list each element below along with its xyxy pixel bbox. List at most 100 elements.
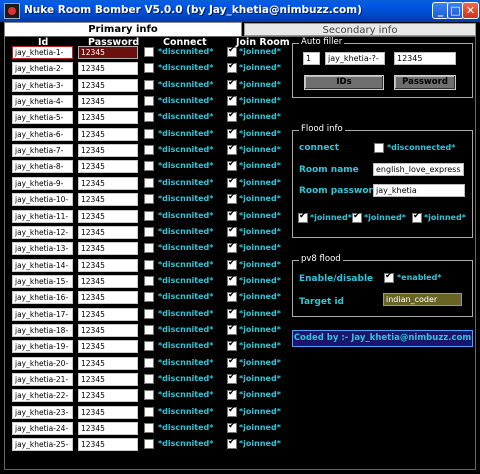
join-room-checkbox[interactable] xyxy=(227,372,237,384)
account-password-input[interactable]: 12345 xyxy=(78,62,138,76)
join-room-checkbox[interactable] xyxy=(227,405,237,417)
account-id-input[interactable]: jay_khetia-16- xyxy=(12,291,73,305)
connect-checkbox[interactable] xyxy=(144,357,154,368)
account-password-input[interactable]: 12345 xyxy=(78,274,138,288)
connect-checkbox[interactable] xyxy=(144,406,154,417)
fill-ids-button[interactable]: IDs xyxy=(304,75,384,90)
account-password-input[interactable]: 12345 xyxy=(78,78,138,92)
account-password-input[interactable]: 12345 xyxy=(78,225,138,239)
flood-connect-checkbox[interactable] xyxy=(374,143,384,153)
account-id-input[interactable]: jay_khetia-14- xyxy=(12,258,73,272)
join-room-checkbox[interactable] xyxy=(227,323,237,335)
join-room-checkbox[interactable] xyxy=(227,78,237,90)
account-password-input[interactable]: 12345 xyxy=(78,356,138,370)
connect-checkbox[interactable] xyxy=(144,243,154,254)
tab-primary-info[interactable]: Primary info xyxy=(4,22,242,36)
connect-checkbox[interactable] xyxy=(144,259,154,270)
account-id-input[interactable]: jay_khetia-25- xyxy=(12,438,73,452)
account-password-input[interactable]: 12345 xyxy=(78,111,138,125)
connect-checkbox[interactable] xyxy=(144,145,154,156)
room-password-input[interactable]: jay_khetia xyxy=(373,184,465,197)
account-password-input[interactable]: 12345 xyxy=(78,242,138,256)
auto-filler-password-input[interactable]: 12345 xyxy=(394,52,456,65)
join-room-checkbox[interactable] xyxy=(227,192,237,205)
connect-checkbox[interactable] xyxy=(144,275,154,286)
connect-checkbox[interactable] xyxy=(144,128,154,139)
account-password-input[interactable]: 12345 xyxy=(78,438,138,452)
join-room-checkbox[interactable] xyxy=(227,225,237,237)
connect-checkbox[interactable] xyxy=(144,390,154,401)
connect-checkbox[interactable] xyxy=(144,210,154,221)
account-password-input[interactable]: 12345 xyxy=(78,160,138,174)
connect-checkbox[interactable] xyxy=(144,423,154,434)
account-password-input[interactable]: 12345 xyxy=(78,209,138,223)
connect-checkbox[interactable] xyxy=(144,226,154,237)
join-room-checkbox[interactable] xyxy=(227,127,237,139)
account-id-input[interactable]: jay_khetia-20- xyxy=(12,356,73,370)
account-id-input[interactable]: jay_khetia-3- xyxy=(12,78,73,92)
connect-checkbox[interactable] xyxy=(144,308,154,319)
join-room-checkbox[interactable] xyxy=(227,209,237,221)
connect-checkbox[interactable] xyxy=(144,177,154,188)
auto-filler-id-input[interactable]: jay_khetia-?- xyxy=(325,52,385,65)
account-id-input[interactable]: jay_khetia-10- xyxy=(12,193,73,207)
tab-secondary-info[interactable]: Secondary info xyxy=(244,23,476,36)
join-room-checkbox[interactable] xyxy=(227,45,237,57)
fill-password-button[interactable]: Password xyxy=(394,75,456,90)
account-password-input[interactable]: 12345 xyxy=(78,291,138,305)
connect-checkbox[interactable] xyxy=(144,47,154,57)
join-room-checkbox[interactable] xyxy=(227,241,237,254)
connect-checkbox[interactable] xyxy=(144,439,154,450)
join-room-checkbox[interactable] xyxy=(227,143,237,156)
account-id-input[interactable]: jay_khetia-18- xyxy=(12,323,73,337)
auto-filler-start-input[interactable]: 1 xyxy=(303,52,320,65)
connect-checkbox[interactable] xyxy=(144,194,154,205)
account-id-input[interactable]: jay_khetia-11- xyxy=(12,209,73,223)
connect-checkbox[interactable] xyxy=(144,341,154,352)
pv8-enable-checkbox[interactable] xyxy=(384,271,394,283)
account-password-input[interactable]: 12345 xyxy=(78,258,138,272)
account-id-input[interactable]: jay_khetia-5- xyxy=(12,111,73,125)
join-room-checkbox[interactable] xyxy=(227,339,237,352)
account-password-input[interactable]: 12345 xyxy=(78,176,138,190)
join-room-checkbox[interactable] xyxy=(227,258,237,270)
account-id-input[interactable]: jay_khetia-13- xyxy=(12,242,73,256)
account-id-input[interactable]: jay_khetia-24- xyxy=(12,422,73,436)
connect-checkbox[interactable] xyxy=(144,96,154,107)
account-id-input[interactable]: jay_khetia-22- xyxy=(12,389,73,403)
join-room-checkbox[interactable] xyxy=(227,159,237,172)
account-id-input[interactable]: jay_khetia-7- xyxy=(12,144,73,158)
connect-checkbox[interactable] xyxy=(144,79,154,90)
join-room-checkbox[interactable] xyxy=(227,176,237,188)
account-password-input[interactable]: 12345 xyxy=(78,307,138,321)
account-id-input[interactable]: jay_khetia-6- xyxy=(12,127,73,141)
account-password-input[interactable]: 12345 xyxy=(78,127,138,141)
account-id-input[interactable]: jay_khetia-19- xyxy=(12,340,73,354)
connect-checkbox[interactable] xyxy=(144,324,154,335)
account-password-input[interactable]: 12345 xyxy=(78,340,138,354)
flood-join-checkbox-1[interactable] xyxy=(298,211,308,223)
account-id-input[interactable]: jay_khetia-4- xyxy=(12,95,73,109)
join-room-checkbox[interactable] xyxy=(227,437,237,450)
account-password-input[interactable]: 12345 xyxy=(78,193,138,207)
account-id-input[interactable]: jay_khetia-21- xyxy=(12,373,73,386)
join-room-checkbox[interactable] xyxy=(227,307,237,319)
connect-checkbox[interactable] xyxy=(144,292,154,303)
account-password-input[interactable]: 12345 xyxy=(78,389,138,403)
account-password-input[interactable]: 12345 xyxy=(78,422,138,436)
account-id-input[interactable]: jay_khetia-9- xyxy=(12,176,73,190)
account-password-input[interactable]: 12345 xyxy=(78,405,138,419)
join-room-checkbox[interactable] xyxy=(227,290,237,303)
connect-checkbox[interactable] xyxy=(144,161,154,172)
join-room-checkbox[interactable] xyxy=(227,421,237,434)
target-id-input[interactable]: indian_coder xyxy=(383,293,462,306)
connect-checkbox[interactable] xyxy=(144,63,154,74)
join-room-checkbox[interactable] xyxy=(227,356,237,368)
join-room-checkbox[interactable] xyxy=(227,110,237,123)
account-id-input[interactable]: jay_khetia-1- xyxy=(12,46,73,59)
account-id-input[interactable]: jay_khetia-2- xyxy=(12,62,73,76)
join-room-checkbox[interactable] xyxy=(227,94,237,107)
account-password-input[interactable]: 12345 xyxy=(78,323,138,337)
flood-join-checkbox-3[interactable] xyxy=(412,211,422,223)
account-id-input[interactable]: jay_khetia-15- xyxy=(12,274,73,288)
